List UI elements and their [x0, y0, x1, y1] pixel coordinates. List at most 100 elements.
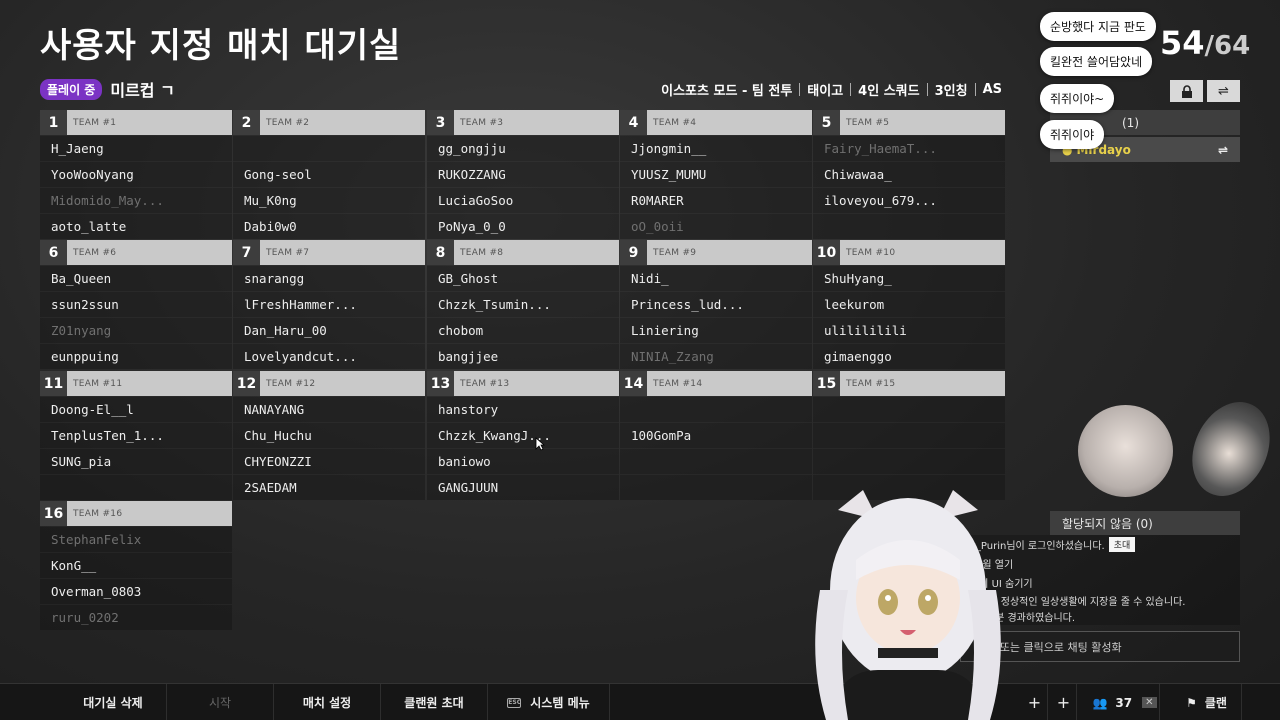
player-slot[interactable]: RUKOZZANG	[427, 161, 619, 187]
swap-button[interactable]: ⇌	[1207, 80, 1240, 102]
player-slot[interactable]: hanstory	[427, 396, 619, 422]
lock-button[interactable]	[1170, 80, 1203, 102]
player-slot[interactable]: Chu_Huchu	[233, 422, 425, 448]
player-slot[interactable]: iloveyou_679...	[813, 187, 1005, 213]
team-header[interactable]: 10 TEAM #10	[813, 240, 1005, 265]
invite-button[interactable]: 초대	[1108, 537, 1136, 552]
player-slot[interactable]: Liniering	[620, 317, 812, 343]
team-header[interactable]: 15 TEAM #15	[813, 371, 1005, 396]
friends-count[interactable]: 👥 37 ✕	[1090, 684, 1160, 720]
player-slot[interactable]: gg_ongjju	[427, 135, 619, 161]
clan-button[interactable]: ⚑ 클랜	[1172, 684, 1242, 720]
player-slot[interactable]: NANAYANG	[233, 396, 425, 422]
player-slot[interactable]: StephanFelix	[40, 526, 232, 552]
invite-clan-button[interactable]: 클랜원 초대	[381, 684, 488, 720]
team-header[interactable]: 3 TEAM #3	[427, 110, 619, 135]
player-slot[interactable]: KonG__	[40, 552, 232, 578]
player-slot[interactable]: Dan_Haru_00	[233, 317, 425, 343]
player-slot[interactable]	[233, 135, 425, 161]
player-slot[interactable]: Lovelyandcut...	[233, 343, 425, 369]
player-slot[interactable]: TenplusTen_1...	[40, 422, 232, 448]
player-slot[interactable]: Chzzk_Tsumin...	[427, 291, 619, 317]
team-header[interactable]: 4 TEAM #4	[620, 110, 812, 135]
team-number: 2	[233, 110, 260, 135]
match-settings-button[interactable]: 매치 설정	[274, 684, 381, 720]
team-header[interactable]: 13 TEAM #13	[427, 371, 619, 396]
player-slot[interactable]: ruru_0202	[40, 604, 232, 630]
player-slot[interactable]: chobom	[427, 317, 619, 343]
player-slot[interactable]: Dabi0w0	[233, 213, 425, 239]
player-slot[interactable]	[40, 474, 232, 500]
player-slot[interactable]: Jjongmin__	[620, 135, 812, 161]
player-slot[interactable]: 2SAEDAM	[233, 474, 425, 500]
player-slot[interactable]: YUUSZ_MUMU	[620, 161, 812, 187]
player-slot[interactable]: snarangg	[233, 265, 425, 291]
player-slot[interactable]: lFreshHammer...	[233, 291, 425, 317]
player-slot[interactable]: Mu_K0ng	[233, 187, 425, 213]
player-slot[interactable]: oO_0oii	[620, 213, 812, 239]
player-slot[interactable]	[620, 396, 812, 422]
player-slot[interactable]: baniowo	[427, 448, 619, 474]
delete-room-button[interactable]: 대기실 삭제	[60, 684, 167, 720]
player-slot[interactable]	[813, 213, 1005, 239]
player-slot[interactable]: Chiwawaa_	[813, 161, 1005, 187]
team-header[interactable]: 2 TEAM #2	[233, 110, 425, 135]
player-slot[interactable]: Nidi_	[620, 265, 812, 291]
player-slot[interactable]: CHYEONZZI	[233, 448, 425, 474]
player-slot[interactable]: Ba_Queen	[40, 265, 232, 291]
add-button[interactable]: +	[1022, 684, 1048, 720]
team-label: TEAM #11	[67, 371, 232, 396]
player-slot[interactable]: aoto_latte	[40, 213, 232, 239]
player-slot[interactable]: Midomido_May...	[40, 187, 232, 213]
team-header[interactable]: 8 TEAM #8	[427, 240, 619, 265]
player-slot[interactable]: LuciaGoSoo	[427, 187, 619, 213]
player-slot[interactable]	[620, 474, 812, 500]
player-slot[interactable]: PoNya_0_0	[427, 213, 619, 239]
team-header[interactable]: 5 TEAM #5	[813, 110, 1005, 135]
team-header[interactable]: 7 TEAM #7	[233, 240, 425, 265]
player-slot[interactable]: Princess_lud...	[620, 291, 812, 317]
system-menu-button[interactable]: ESC 시스템 메뉴	[488, 684, 610, 720]
player-slot[interactable]: Z01nyang	[40, 317, 232, 343]
player-slot[interactable]	[813, 448, 1005, 474]
player-slot[interactable]: ShuHyang_	[813, 265, 1005, 291]
team-header[interactable]: 1 TEAM #1	[40, 110, 232, 135]
team-header[interactable]: 11 TEAM #11	[40, 371, 232, 396]
player-slot[interactable]: GB_Ghost	[427, 265, 619, 291]
player-slot[interactable]: GANGJUUN	[427, 474, 619, 500]
player-slot[interactable]: Gong-seol	[233, 161, 425, 187]
team-header[interactable]: 12 TEAM #12	[233, 371, 425, 396]
player-slot[interactable]: YooWooNyang	[40, 161, 232, 187]
swap-icon[interactable]: ⇌	[1218, 143, 1228, 157]
player-slot[interactable]: leekurom	[813, 291, 1005, 317]
team-header[interactable]: 14 TEAM #14	[620, 371, 812, 396]
player-slot[interactable]: SUNG_pia	[40, 448, 232, 474]
team-header[interactable]: 9 TEAM #9	[620, 240, 812, 265]
team-number: 3	[427, 110, 454, 135]
team-label: TEAM #13	[454, 371, 619, 396]
player-slot[interactable]: Fairy_HaemaT...	[813, 135, 1005, 161]
chat-bubble: 쥐쥐이야~	[1040, 84, 1115, 113]
player-slot[interactable]: ssun2ssun	[40, 291, 232, 317]
plus-icon: +	[1027, 693, 1042, 712]
team-header[interactable]: 6 TEAM #6	[40, 240, 232, 265]
player-slot[interactable]: Chzzk_KwangJ...	[427, 422, 619, 448]
team-number: 6	[40, 240, 67, 265]
player-slot[interactable]: gimaenggo	[813, 343, 1005, 369]
team-header[interactable]: 16 TEAM #16	[40, 501, 232, 526]
add-button[interactable]: +	[1051, 684, 1077, 720]
player-slot[interactable]: 100GomPa	[620, 422, 812, 448]
start-button[interactable]: 시작	[167, 684, 274, 720]
player-slot[interactable]: R0MARER	[620, 187, 812, 213]
player-slot[interactable]: ulilililili	[813, 317, 1005, 343]
player-slot[interactable]: bangjjee	[427, 343, 619, 369]
close-icon[interactable]: ✕	[1142, 697, 1157, 708]
player-slot[interactable]: H_Jaeng	[40, 135, 232, 161]
player-slot[interactable]: eunppuing	[40, 343, 232, 369]
player-slot[interactable]: Overman_0803	[40, 578, 232, 604]
player-slot[interactable]: Doong-El__l	[40, 396, 232, 422]
player-slot[interactable]	[620, 448, 812, 474]
player-slot[interactable]	[813, 396, 1005, 422]
player-slot[interactable]: NINIA_Zzang	[620, 343, 812, 369]
player-slot[interactable]	[813, 422, 1005, 448]
